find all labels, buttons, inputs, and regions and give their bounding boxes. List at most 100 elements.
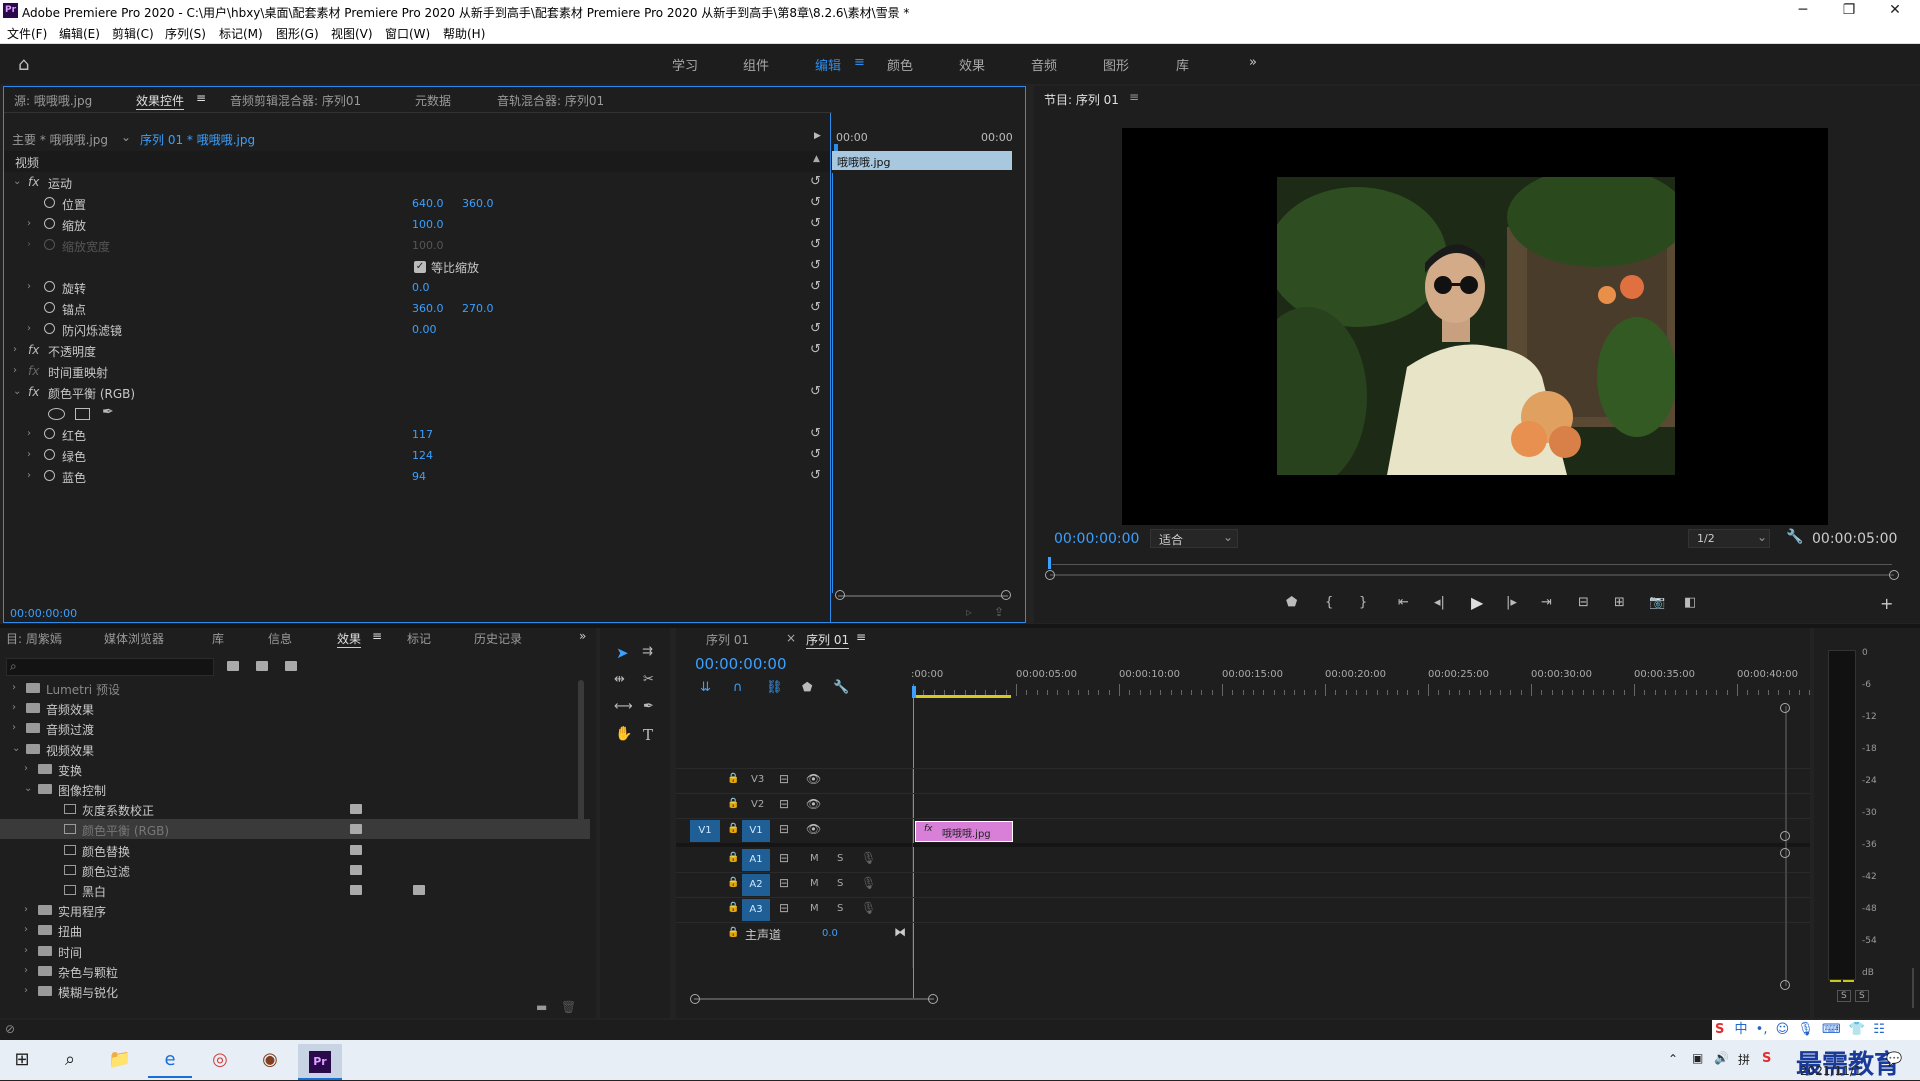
tab-media-browser[interactable]: 媒体浏览器 (104, 630, 164, 647)
motion-row[interactable]: ⌄ fx 运动 ↺ (4, 172, 832, 193)
chevron-down-icon[interactable]: ⌄ (13, 386, 21, 397)
chevron-right-icon[interactable]: › (12, 702, 16, 713)
ime-keyboard-icon[interactable]: ⌨ (1822, 1022, 1841, 1037)
play-icon[interactable]: ▶ (1471, 593, 1483, 612)
effects-folder[interactable]: › 音频过渡 (0, 718, 590, 738)
resolution-dropdown[interactable]: 1/2 ⌄ (1688, 529, 1770, 548)
reset-icon[interactable]: ↺ (810, 216, 821, 231)
ime-tools-icon[interactable]: ☷ (1873, 1022, 1885, 1037)
close-icon[interactable]: ✕ (1872, 0, 1918, 22)
pen-tool-icon[interactable]: ✒ (643, 699, 654, 714)
tab-markers[interactable]: 标记 (407, 630, 431, 647)
tab-close-icon[interactable]: × (786, 631, 796, 645)
source-patch-v1[interactable]: V1 (690, 820, 720, 842)
red-value[interactable]: 117 (412, 428, 433, 441)
sync-lock-icon[interactable]: ⊟ (779, 822, 789, 836)
chevron-right-icon[interactable]: › (24, 904, 28, 915)
reset-icon[interactable]: ↺ (810, 237, 821, 252)
effects-folder[interactable]: › 杂色与颗粒 (0, 961, 590, 981)
zoom-handle-left[interactable] (835, 590, 845, 600)
reset-icon[interactable]: ↺ (810, 258, 821, 273)
export-icon[interactable]: ⇪ (994, 605, 1004, 619)
tab-menu-icon[interactable]: ≡ (856, 630, 866, 644)
search-icon[interactable]: ⌕ (48, 1042, 92, 1078)
sync-lock-icon[interactable]: ⊟ (779, 901, 789, 915)
delete-icon[interactable]: 🗑 (561, 1000, 576, 1014)
timeline-clip[interactable]: fx 哦哦哦.jpg (915, 821, 1013, 842)
solo-left-button[interactable]: S (1837, 990, 1851, 1002)
scale-value[interactable]: 100.0 (412, 218, 444, 231)
green-value[interactable]: 124 (412, 449, 433, 462)
chevron-down-icon[interactable]: ⌄ (13, 176, 21, 187)
scroll-handle[interactable] (1780, 980, 1790, 990)
ime-voice-icon[interactable]: 🎙 (1797, 1022, 1814, 1037)
linked-selection-icon[interactable]: ⛓ (766, 680, 783, 695)
effects-folder[interactable]: › Lumetri 预设 (0, 678, 590, 698)
track-select-tool-icon[interactable]: ⇉ (642, 644, 653, 659)
ec-clip-bar[interactable]: 哦哦哦.jpg (832, 151, 1012, 170)
lift-icon[interactable]: ⊟ (1578, 595, 1589, 610)
go-to-out-icon[interactable]: ⇥ (1541, 595, 1552, 610)
tab-menu-icon[interactable]: ≡ (372, 629, 382, 643)
effects-folder[interactable]: › 变换 (0, 759, 590, 779)
lock-icon[interactable]: 🔒 (727, 852, 739, 863)
restore-icon[interactable]: ❐ (1826, 0, 1872, 22)
track-label-v1[interactable]: V1 (742, 820, 770, 842)
effects-folder[interactable]: ⌄ 图像控制 (0, 779, 590, 799)
effects-search-input[interactable]: ⌕ (6, 658, 214, 676)
ec-timecode[interactable]: 00:00:00:00 (10, 607, 77, 620)
more-panels-icon[interactable]: » (579, 629, 586, 643)
go-to-end-icon[interactable]: ⧓ (894, 925, 906, 939)
mute-button[interactable]: M (810, 903, 819, 914)
notifications-icon[interactable]: 💬 (1886, 1052, 1902, 1067)
edge-browser-icon[interactable]: e (148, 1042, 192, 1078)
tab-info[interactable]: 信息 (268, 630, 292, 647)
sync-lock-icon[interactable]: ⊟ (779, 772, 789, 786)
effects-folder[interactable]: ⌄ 视频效果 (0, 739, 590, 759)
fx-icon[interactable]: fx (28, 343, 39, 357)
sync-lock-icon[interactable]: ⊟ (779, 851, 789, 865)
play-arrow-icon[interactable]: ▶ (814, 131, 821, 141)
chevron-down-icon[interactable]: ⌄ (12, 743, 20, 754)
reset-icon[interactable]: ↺ (810, 300, 821, 315)
wrench-icon[interactable]: 🔧 (833, 680, 849, 695)
workspace-menu-icon[interactable]: ≡ (854, 55, 865, 70)
reset-icon[interactable]: ↺ (810, 174, 821, 189)
menu-help[interactable]: 帮助(H) (443, 25, 485, 42)
program-timecode[interactable]: 00:00:00:00 (1054, 531, 1139, 547)
chevron-down-icon[interactable]: ⌄ (121, 130, 131, 144)
workspace-editing[interactable]: 编辑 (815, 55, 841, 74)
eye-icon[interactable]: 👁 (806, 822, 821, 836)
scroll-handle[interactable] (1780, 848, 1790, 858)
solo-button[interactable]: S (837, 878, 843, 889)
lock-icon[interactable]: 🔒 (727, 773, 739, 784)
time-remap-row[interactable]: › fx 时间重映射 (4, 361, 832, 382)
master-clip-label[interactable]: 主要 * 哦哦哦.jpg (12, 131, 108, 148)
tab-menu-icon[interactable]: ≡ (196, 91, 206, 105)
reset-icon[interactable]: ↺ (810, 279, 821, 294)
timeline-ruler[interactable]: :00:00 00:00:05:00 00:00:10:00 00:00:15:00 0… (911, 668, 1811, 708)
fx-icon[interactable]: fx (28, 175, 39, 189)
position-y-value[interactable]: 360.0 (462, 197, 494, 210)
timeline-timecode[interactable]: 00:00:00:00 (695, 655, 787, 673)
effect-item[interactable]: 黑白 (0, 880, 590, 900)
mark-in-icon[interactable]: { (1325, 595, 1333, 610)
filter-icon[interactable]: ▹ (966, 605, 972, 619)
fx-icon[interactable]: fx (28, 385, 39, 399)
tab-effects[interactable]: 效果 (337, 630, 362, 648)
effects-folder[interactable]: › 时间 (0, 941, 590, 961)
snap-icon[interactable]: ∩ (733, 680, 743, 695)
microphone-icon[interactable]: 🎙 (861, 876, 876, 890)
tab-sequence-1[interactable]: 序列 01 (706, 631, 749, 648)
razor-tool-icon[interactable]: ✂ (643, 672, 654, 687)
home-icon[interactable]: ⌂ (18, 54, 29, 75)
photo-app-icon[interactable]: ◉ (248, 1042, 292, 1078)
ime-punctuation-icon[interactable]: •, (1756, 1022, 1768, 1037)
track-label-a2[interactable]: A2 (742, 874, 770, 896)
chevron-right-icon[interactable]: › (12, 722, 16, 733)
pen-mask-icon[interactable]: ✒ (102, 404, 114, 420)
taskbar-date[interactable]: 2021/11/1 (1800, 1064, 1862, 1078)
menu-graphics[interactable]: 图形(G) (276, 25, 319, 42)
microphone-icon[interactable]: 🎙 (861, 851, 876, 865)
stopwatch-icon[interactable] (44, 197, 55, 208)
